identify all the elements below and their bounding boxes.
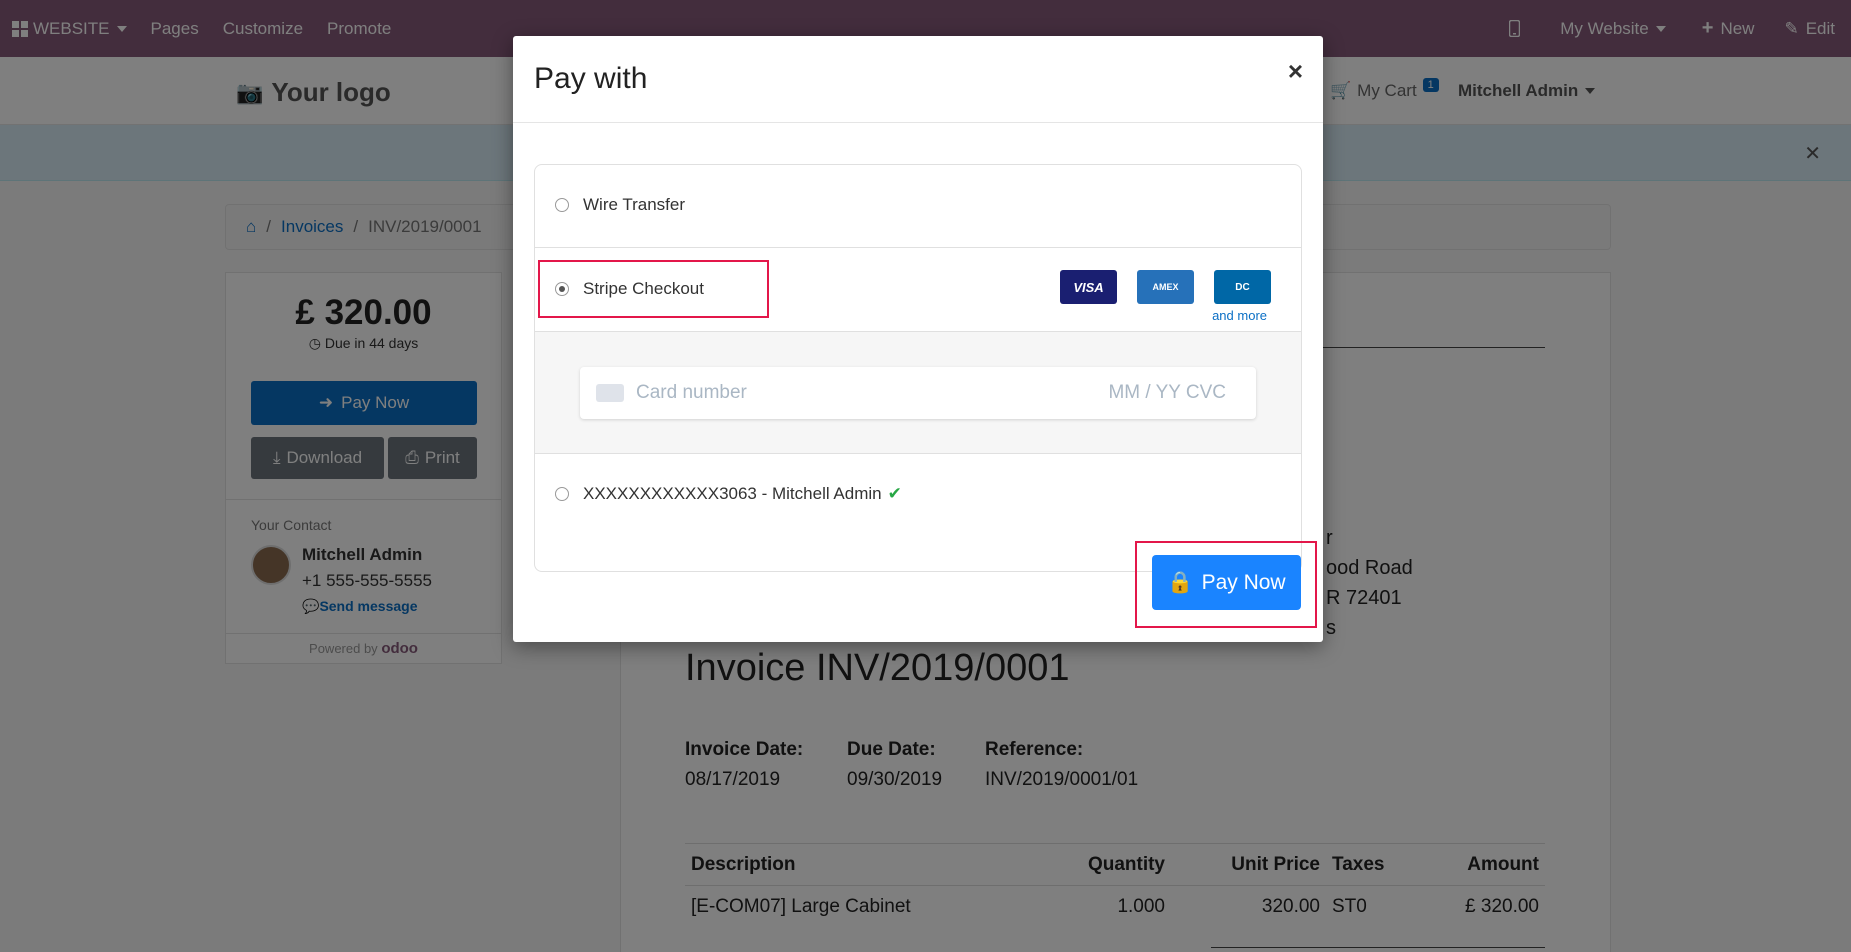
payment-methods-list: Wire Transfer Stripe Checkout VISA AMEX … <box>534 164 1302 572</box>
modal-title: Pay with <box>534 62 648 95</box>
pay-now-label: Pay Now <box>1201 570 1286 594</box>
wire-transfer-radio[interactable] <box>555 198 569 212</box>
card-number-input[interactable] <box>636 379 1016 407</box>
and-more-link[interactable]: and more <box>1212 308 1267 323</box>
credit-card-icon <box>596 384 624 402</box>
card-element[interactable]: MM / YY CVC <box>580 367 1256 419</box>
modal-header: Pay with × <box>513 36 1323 123</box>
visa-icon: VISA <box>1060 270 1117 304</box>
modal-pay-now-button[interactable]: 🔒 Pay Now <box>1152 555 1301 610</box>
method-wire-transfer[interactable]: Wire Transfer <box>535 165 1301 248</box>
close-icon[interactable]: × <box>1288 56 1303 87</box>
checkmark-icon: ✔ <box>887 484 902 503</box>
saved-card-label: XXXXXXXXXXXX3063 - Mitchell Admin ✔ <box>583 484 902 504</box>
stripe-card-form: MM / YY CVC <box>535 332 1301 454</box>
expiry-cvc-placeholder[interactable]: MM / YY CVC <box>1108 382 1226 404</box>
pay-with-modal: Pay with × Wire Transfer Stripe Checkout… <box>513 36 1323 642</box>
amex-icon: AMEX <box>1137 270 1194 304</box>
stripe-highlight-box <box>538 260 769 318</box>
card-logos: VISA AMEX DC <box>1060 270 1271 304</box>
saved-card-text: XXXXXXXXXXXX3063 - Mitchell Admin <box>583 484 882 503</box>
diners-club-icon: DC <box>1214 270 1271 304</box>
lock-icon: 🔒 <box>1167 570 1194 594</box>
saved-card-radio[interactable] <box>555 487 569 501</box>
wire-transfer-label: Wire Transfer <box>583 195 686 214</box>
method-saved-card[interactable]: XXXXXXXXXXXX3063 - Mitchell Admin ✔ <box>535 454 1301 537</box>
